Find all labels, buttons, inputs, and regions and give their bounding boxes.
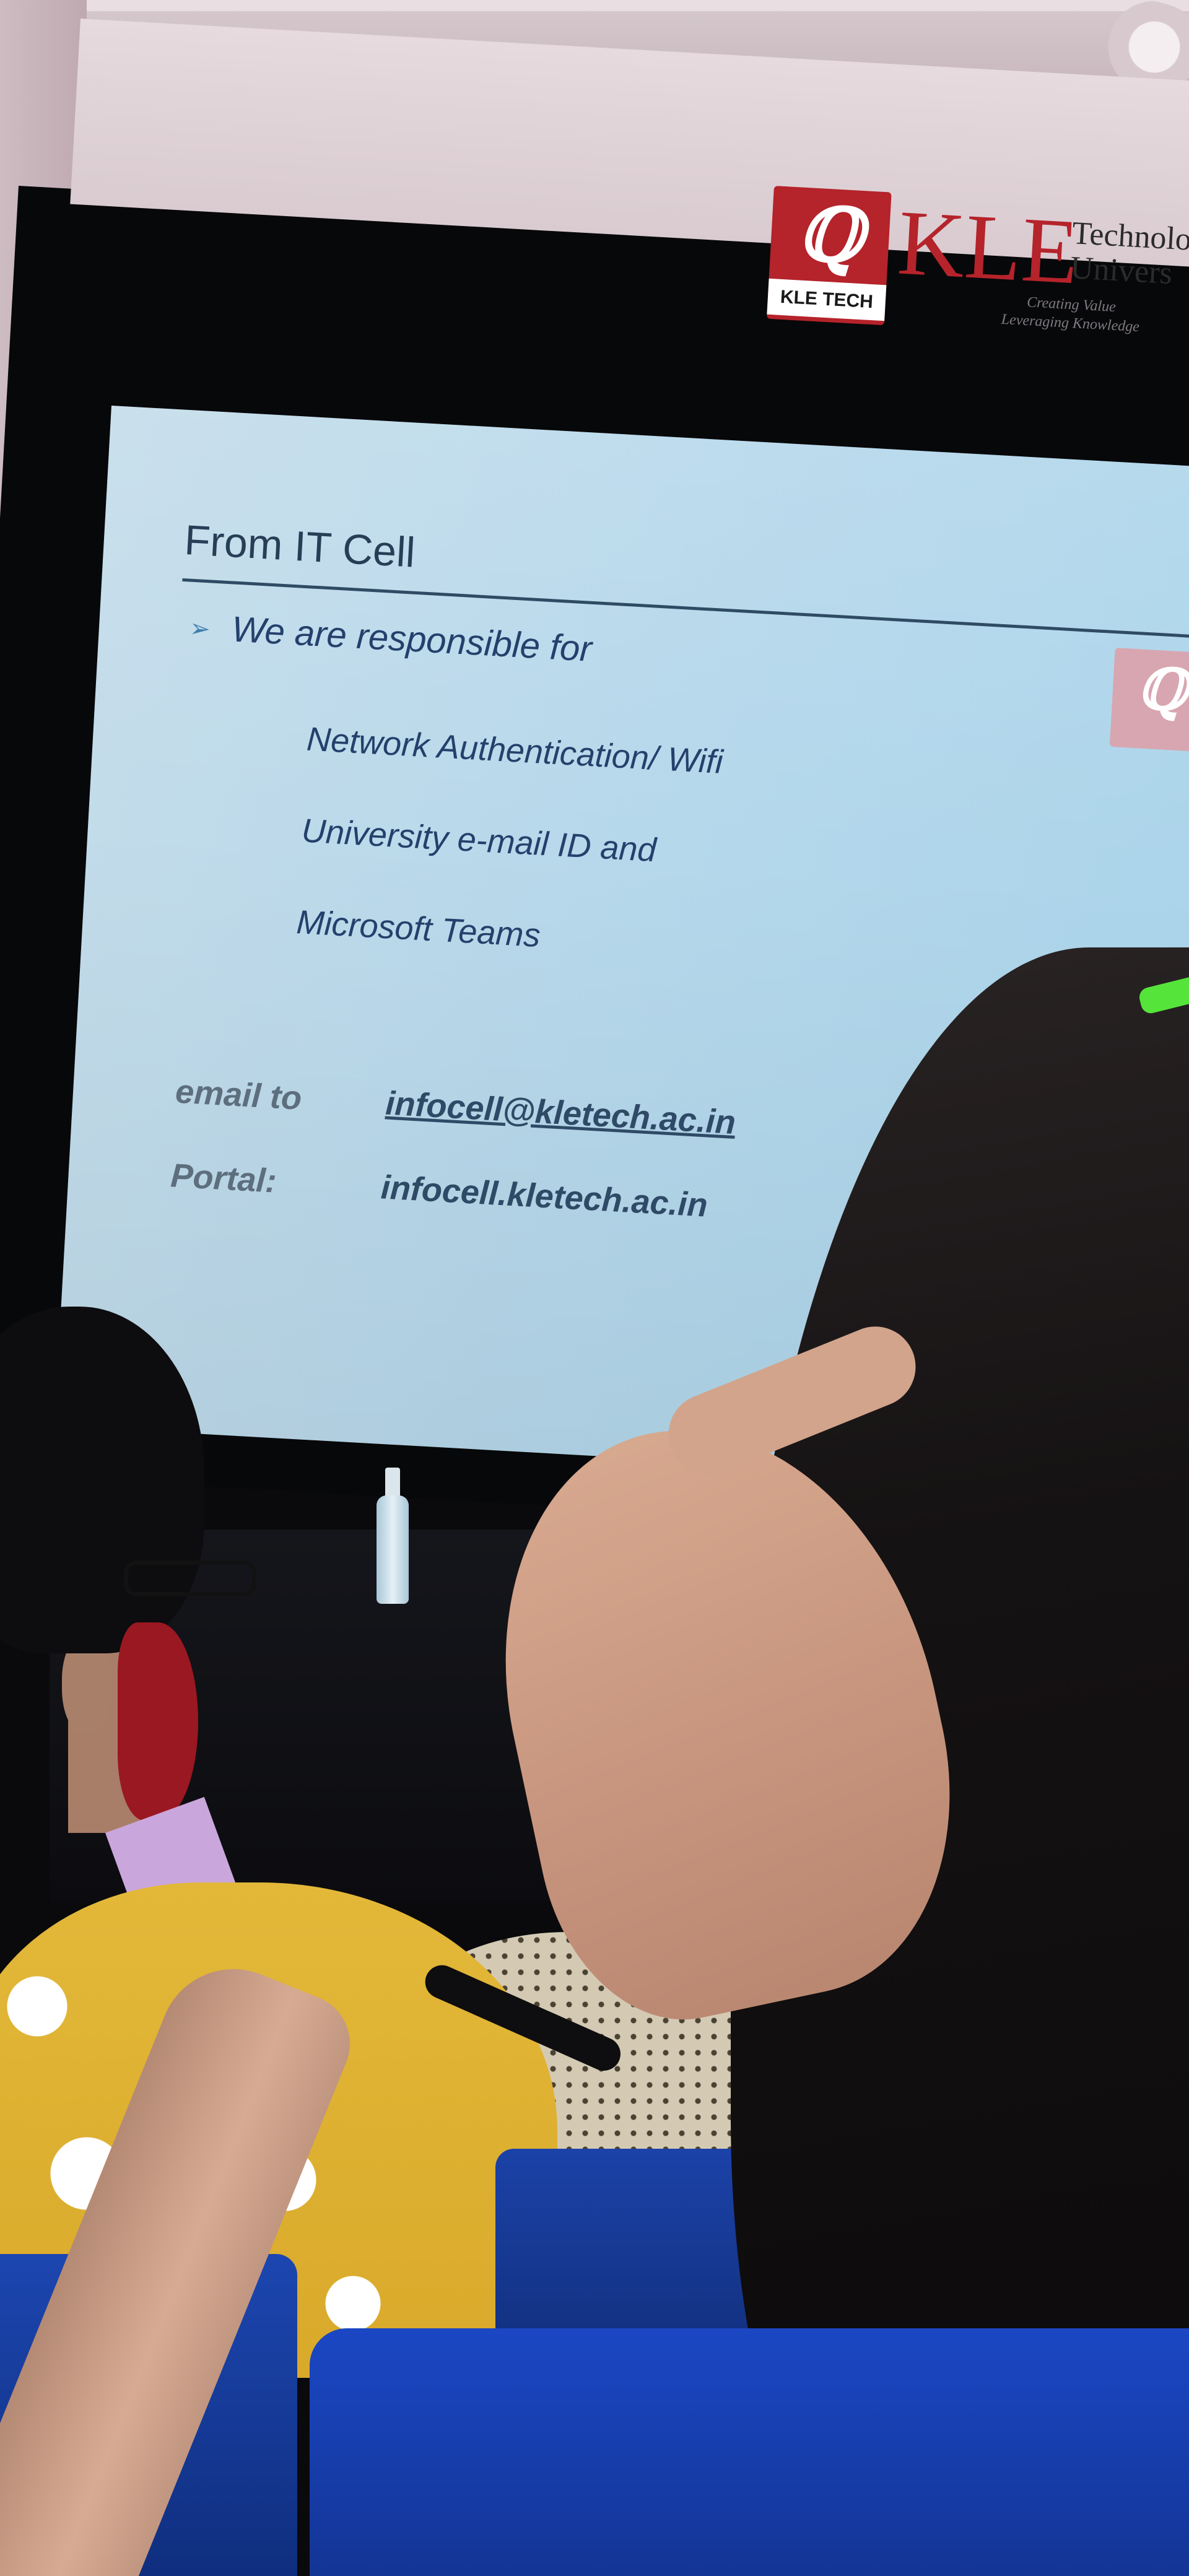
logo-side-text: Technolog Univers — [1069, 215, 1189, 299]
logo-brand: KLE — [895, 191, 1081, 304]
arrow-bullet-icon: ➢ — [188, 614, 211, 644]
sanitizer-bottle-neck — [385, 1468, 400, 1499]
logo-glyph: ℚ — [795, 189, 865, 281]
kle-tech-q-logo-icon: ℚ KLE TECH — [766, 186, 892, 326]
logo-tagline: Creating Value Leveraging Knowledge — [977, 290, 1164, 344]
ceiling-edge — [0, 0, 1189, 11]
portal-label: Portal: — [170, 1157, 278, 1200]
slide-logo-glyph: ℚ — [1136, 655, 1189, 724]
eyeglasses — [124, 1560, 256, 1596]
logo-caption: KLE TECH — [767, 278, 887, 321]
kle-tech-logo: ℚ KLE TECH KLE Technolog Univers Creatin… — [766, 186, 1189, 356]
logo-side-line-2: Univers — [1069, 250, 1174, 292]
photo-scene: ℚ KLE TECH KLE Technolog Univers Creatin… — [0, 0, 1189, 2576]
slide-logo-icon: ℚ — [1109, 648, 1189, 752]
sanitizer-bottle — [377, 1495, 409, 1604]
email-label: email to — [174, 1073, 303, 1117]
face-mask — [118, 1622, 198, 1821]
seat-back-right — [310, 2328, 1189, 2576]
